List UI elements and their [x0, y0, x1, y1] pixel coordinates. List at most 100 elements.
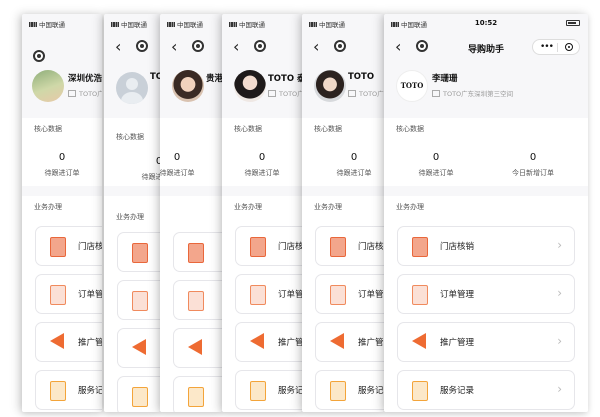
business-item[interactable]: 订单管理 › [397, 274, 575, 314]
stat-value: 0 [350, 152, 358, 163]
business-item[interactable]: 订单管 [315, 274, 384, 314]
chevron-right-icon: › [557, 286, 562, 300]
service-record-icon [412, 381, 428, 401]
stat-value: 0 [258, 152, 266, 163]
gear-icon[interactable] [192, 40, 204, 52]
business-item[interactable]: 服务记录 › [397, 370, 575, 410]
store-name: TOTO广 [348, 88, 384, 98]
user-name: 李珊珊 [432, 74, 458, 84]
item-label: 推广管 [78, 338, 102, 348]
core-data-card: 0 待跟进订单 [160, 118, 222, 186]
business-item[interactable]: 门店核销 › [397, 226, 575, 266]
business-item[interactable] [173, 328, 222, 368]
item-label: 推广管理 [440, 338, 475, 348]
phone-screen-5: 中国联通 ‹ TOTO TOTO广 核心数据 0 待跟进订单 业务办理 门店核 … [302, 14, 384, 412]
stat-label: 待跟进订单 [141, 173, 161, 181]
business-item[interactable] [117, 328, 160, 368]
avatar [116, 72, 148, 104]
megaphone-icon [412, 333, 426, 349]
core-data-card: 核心数据 0 待跟进订单 [222, 118, 302, 186]
carrier-label: 中国联通 [111, 19, 147, 29]
business-item[interactable] [117, 376, 160, 412]
item-label: 订单管 [358, 290, 384, 300]
item-label: 门店核销 [440, 242, 475, 252]
close-target-icon[interactable] [565, 43, 573, 51]
megaphone-icon [188, 339, 202, 355]
item-label: 服务记 [78, 386, 102, 396]
back-icon[interactable]: ‹ [115, 37, 121, 57]
business-item[interactable]: 推广管 [315, 322, 384, 362]
mini-program-capsule[interactable]: ••• [532, 39, 580, 55]
core-data-card: 核心数据 0 待跟进订单 [104, 118, 160, 186]
user-header: TOTO TOTO广 [302, 60, 384, 112]
status-bar: 中国联通 [104, 14, 160, 36]
section-title: 核心数据 [396, 125, 424, 133]
stat-value: 0 [432, 152, 440, 163]
stat-label: 待跟进订单 [418, 169, 454, 177]
section-title: 业务办理 [116, 213, 144, 221]
service-record-icon [250, 381, 266, 401]
phone-screen-2: 中国联通 ‹ TO 核心数据 0 待跟进订单 业务办理 [104, 14, 160, 412]
back-icon[interactable]: ‹ [233, 37, 239, 57]
business-item[interactable] [117, 280, 160, 320]
business-item[interactable]: 推广管 [35, 322, 102, 362]
order-list-icon [330, 285, 346, 305]
carrier-label: 中国联通 [167, 19, 203, 29]
order-list-icon [412, 285, 428, 305]
store-name: TOTO广 [68, 88, 102, 98]
user-name: 深圳优浩ス [68, 74, 102, 84]
status-bar: 中国联通 [160, 14, 222, 36]
section-title: 核心数据 [314, 125, 342, 133]
user-header: TOTO 泰 TOTO广 [222, 60, 302, 112]
capsule-divider [557, 43, 558, 52]
business-item[interactable]: 推广管理 › [397, 322, 575, 362]
clock-time: 10:52 [474, 19, 498, 27]
business-item[interactable]: 订单管 [235, 274, 302, 314]
core-data-card: 核心数据 0 待跟进订单 [22, 118, 102, 186]
business-item[interactable]: 推广管 [235, 322, 302, 362]
section-title: 业务办理 [234, 203, 262, 211]
back-icon[interactable]: ‹ [171, 37, 177, 57]
business-item[interactable] [173, 280, 222, 320]
gear-icon[interactable] [334, 40, 346, 52]
business-item[interactable]: 门店核 [315, 226, 384, 266]
stat-value: 0 [58, 152, 66, 163]
qr-scan-icon [50, 237, 66, 257]
business-item[interactable]: 服务记 [315, 370, 384, 410]
megaphone-icon [50, 333, 64, 349]
avatar [314, 70, 346, 102]
section-title: 业务办理 [396, 203, 424, 211]
business-item[interactable]: 门店核 [35, 226, 102, 266]
back-icon[interactable]: ‹ [313, 37, 319, 57]
stat-label: 待跟进订单 [160, 169, 195, 177]
business-item[interactable] [173, 232, 222, 272]
section-title: 核心数据 [234, 125, 262, 133]
business-item[interactable] [173, 376, 222, 412]
gear-icon[interactable] [136, 40, 148, 52]
megaphone-icon [250, 333, 264, 349]
user-header: TOTO 李珊珊 TOTO广东深圳第三空间 [384, 60, 588, 112]
user-header: TO [104, 60, 160, 112]
item-label: 门店核 [278, 242, 302, 252]
qr-scan-icon [250, 237, 266, 257]
item-label: 门店核 [358, 242, 384, 252]
item-label: 订单管理 [440, 290, 475, 300]
more-icon[interactable]: ••• [540, 43, 554, 52]
nav-bar: ‹ [104, 36, 160, 60]
phone-screen-1: 中国联通 深圳优浩ス TOTO广 核心数据 0 待跟进订单 业务办理 门店核 订… [22, 14, 102, 412]
section-title: 业务办理 [34, 203, 62, 211]
business-item[interactable]: 服务记 [235, 370, 302, 410]
section-title: 业务办理 [314, 203, 342, 211]
business-item[interactable]: 订单管 [35, 274, 102, 314]
status-bar: 中国联通 [302, 14, 384, 36]
store-icon [432, 90, 440, 97]
business-item[interactable]: 门店核 [235, 226, 302, 266]
item-label: 门店核 [78, 242, 102, 252]
stat-label: 待跟进订单 [336, 169, 372, 177]
business-card: 业务办理 [104, 196, 160, 412]
status-bar: 中国联通 [222, 14, 302, 36]
gear-icon[interactable] [254, 40, 266, 52]
business-item[interactable] [117, 232, 160, 272]
chevron-right-icon: › [557, 334, 562, 348]
business-item[interactable]: 服务记 [35, 370, 102, 410]
